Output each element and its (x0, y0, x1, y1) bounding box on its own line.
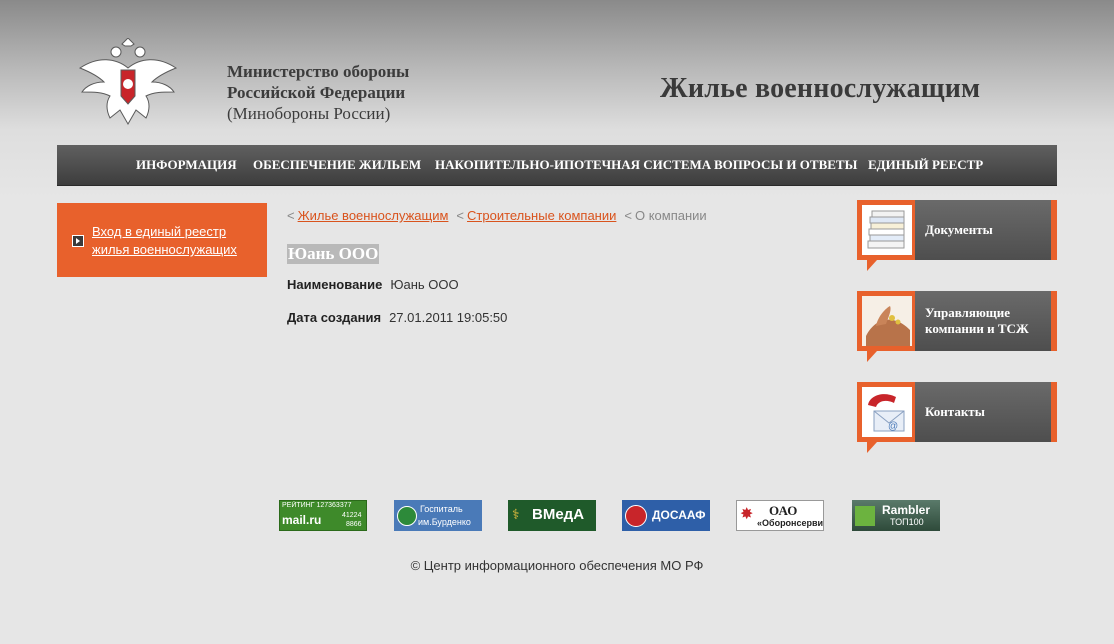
nav-item-faq[interactable]: ВОПРОСЫ И ОТВЕТЫ (714, 157, 857, 173)
banner-oboronservis[interactable]: ✸ ОАО «Оборонсервис» (736, 500, 824, 531)
banner-text: «Оборонсервис» (757, 518, 824, 528)
banner-text: ДОСААФ (652, 508, 706, 522)
side-card-body: Документы (915, 200, 1057, 260)
breadcrumb-link-housing[interactable]: Жилье военнослужащим (298, 208, 449, 223)
banner-text: ВМедА (532, 506, 585, 523)
hospital-emblem-icon (397, 506, 417, 526)
banner-vmeda[interactable]: ⚕ ВМедА (508, 500, 596, 531)
breadcrumb-current: О компании (634, 208, 707, 223)
double-headed-eagle-emblem[interactable] (76, 38, 180, 130)
side-card-label: Контакты (925, 404, 985, 419)
side-card-documents[interactable]: Документы (857, 200, 1057, 271)
ministry-line-2: Российской Федерации (227, 83, 406, 102)
banner-text: ТОП100 (890, 517, 924, 527)
nav-item-housing[interactable]: ОБЕСПЕЧЕНИЕ ЖИЛЬЕМ (253, 157, 421, 173)
field-label: Наименование (287, 277, 383, 292)
card-pointer (867, 260, 877, 271)
banner-rambler-top100[interactable]: Rambler ТОП100 (852, 500, 940, 531)
ministry-name: Министерство обороны Российской Федераци… (227, 61, 409, 124)
side-card-picture (857, 200, 917, 260)
banner-text: ОАО (769, 503, 798, 518)
documents-icon (867, 210, 905, 249)
nav-item-unified-register[interactable]: ЕДИНЫЙ РЕЕСТР (868, 157, 983, 173)
banner-text: mail.ru (282, 513, 322, 527)
side-card-contacts[interactable]: @ Контакты (857, 382, 1057, 453)
breadcrumb: < Жилье военнослужащим < Строительные компа… (287, 208, 707, 223)
banner-mailru-rating[interactable]: РЕЙТИНГ 127363377 mail.ru 41224 8866 (279, 500, 367, 531)
banner-text: Госпиталь (420, 504, 463, 514)
dosaaf-emblem-icon (625, 505, 647, 527)
field-value: Юань ООО (390, 277, 459, 292)
arrow-bullet-icon (72, 235, 84, 247)
hand-coins-icon (862, 296, 912, 346)
side-card-body: Контакты (915, 382, 1057, 442)
nav-item-mortgage-system[interactable]: НАКОПИТЕЛЬНО-ИПОТЕЧНАЯ СИСТЕМА (435, 157, 711, 173)
banner-text: Rambler (882, 503, 931, 517)
side-card-label: Управляющие компании и ТСЖ (925, 305, 1029, 336)
field-name: Наименование Юань ООО (287, 277, 459, 292)
banner-dosaaf[interactable]: ДОСААФ (622, 500, 710, 531)
site-title[interactable]: Жилье военнослужащим (660, 73, 980, 105)
card-pointer (867, 351, 877, 362)
side-card-picture: @ (857, 382, 917, 442)
banner-text: им.Бурденко (418, 517, 471, 527)
field-created-date: Дата создания 27.01.2011 19:05:50 (287, 310, 507, 325)
side-card-picture (857, 291, 917, 351)
side-card-management-companies[interactable]: Управляющие компании и ТСЖ (857, 291, 1057, 362)
register-login-link[interactable]: Вход в единый реестр жилья военнослужащи… (92, 223, 262, 259)
caduceus-icon: ⚕ (512, 506, 520, 522)
register-login-box: Вход в единый реестр жилья военнослужащи… (57, 203, 267, 277)
main-navigation: ИНФОРМАЦИЯ ОБЕСПЕЧЕНИЕ ЖИЛЬЕМ НАКОПИТЕЛЬ… (57, 145, 1057, 186)
side-card-body: Управляющие компании и ТСЖ (915, 291, 1057, 351)
breadcrumb-separator: < (624, 208, 632, 223)
ministry-line-3: (Минобороны России) (227, 104, 391, 123)
field-value: 27.01.2011 19:05:50 (389, 310, 508, 325)
nav-item-information[interactable]: ИНФОРМАЦИЯ (136, 157, 237, 173)
phone-email-icon: @ (868, 394, 905, 432)
breadcrumb-link-construction-companies[interactable]: Строительные компании (467, 208, 616, 223)
banner-burdenko-hospital[interactable]: Госпиталь им.Бурденко (394, 500, 482, 531)
svg-text:@: @ (888, 421, 898, 432)
banner-text: 8866 (346, 521, 362, 528)
card-pointer (867, 442, 877, 453)
banner-text: 41224 (342, 512, 362, 519)
breadcrumb-separator: < (456, 208, 465, 223)
ministry-line-1: Министерство обороны (227, 62, 410, 81)
rambler-logo-icon (855, 506, 875, 526)
field-label: Дата создания (287, 310, 382, 325)
company-title: Юань ООО (287, 244, 380, 264)
banner-text: РЕЙТИНГ 127363377 (282, 502, 352, 509)
side-card-label: Документы (925, 222, 993, 237)
footer-copyright: © Центр информационного обеспечения МО Р… (410, 558, 704, 573)
star-icon: ✸ (740, 506, 754, 523)
breadcrumb-separator: < (287, 208, 295, 223)
